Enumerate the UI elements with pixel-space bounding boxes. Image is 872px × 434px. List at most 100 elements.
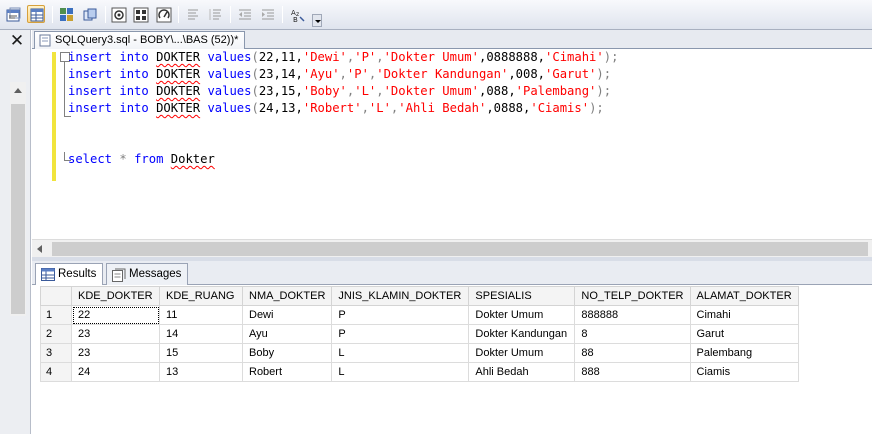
tab-messages-label: Messages xyxy=(129,268,182,280)
grid-cell[interactable]: 888888 xyxy=(574,305,691,325)
results-tab-strip: Results Messages xyxy=(32,261,872,286)
grid-cell[interactable]: L xyxy=(331,362,470,382)
grid-cell[interactable]: L xyxy=(331,343,470,363)
row-number[interactable]: 1 xyxy=(40,305,72,325)
change-tracking-bar xyxy=(52,52,56,181)
grid-cell[interactable]: 15 xyxy=(159,343,243,363)
decrease-indent-button[interactable] xyxy=(235,5,253,23)
results-to-file-icon xyxy=(60,8,73,21)
left-panel-strip: ✕ xyxy=(0,30,31,434)
row-number[interactable]: 3 xyxy=(40,343,72,363)
grid-cell[interactable]: Dokter Umum xyxy=(468,305,576,325)
svg-text:B: B xyxy=(293,16,298,23)
col-header-kde-dokter[interactable]: KDE_DOKTER xyxy=(71,286,160,306)
col-header-no-telp[interactable]: NO_TELP_DOKTER xyxy=(574,286,691,306)
results-grid: KDE_DOKTER KDE_RUANG NMA_DOKTER JNIS_KLA… xyxy=(40,286,799,382)
grid-cell[interactable]: Garut xyxy=(689,324,799,344)
code-line-select: select * from Dokter xyxy=(68,152,215,166)
close-icon[interactable]: ✕ xyxy=(8,31,26,51)
client-stats-button[interactable] xyxy=(154,5,172,23)
grid-cell[interactable]: 888 xyxy=(574,362,691,382)
code-line-1: insert into DOKTER values(22,11,'Dewi','… xyxy=(68,50,619,64)
code-line-3: insert into DOKTER values(23,15,'Boby','… xyxy=(68,84,612,98)
sql-query-editor[interactable]: insert into DOKTER values(22,11,'Dewi','… xyxy=(32,49,872,239)
uncomment-button[interactable] xyxy=(206,5,224,23)
results-to-file-button[interactable] xyxy=(57,5,75,23)
grid-cell[interactable]: Ahli Bedah xyxy=(468,362,576,382)
specify-values-icon: AzB xyxy=(291,9,305,23)
col-header-nma-dokter[interactable]: NMA_DOKTER xyxy=(241,286,333,306)
grid-cell[interactable]: Dokter Kandungan xyxy=(468,324,576,344)
results-to-text-icon xyxy=(6,7,21,22)
grid-cell[interactable]: Robert xyxy=(241,362,333,382)
scrollbar-thumb[interactable] xyxy=(52,242,868,256)
grid-cell[interactable]: 11 xyxy=(159,305,243,325)
grid-cell[interactable]: 23 xyxy=(71,324,160,344)
col-header-spesialis[interactable]: SPESIALIS xyxy=(468,286,576,306)
include-plan-button[interactable] xyxy=(80,5,98,23)
table-row[interactable]: 3 23 15 Boby L Dokter Umum 88 Palembang xyxy=(40,343,799,363)
increase-indent-icon xyxy=(262,9,274,20)
results-grid-panel: KDE_DOKTER KDE_RUANG NMA_DOKTER JNIS_KLA… xyxy=(32,285,872,434)
include-plan-icon xyxy=(83,8,97,21)
tab-results[interactable]: Results xyxy=(35,263,104,286)
client-stats-icon xyxy=(156,7,172,23)
specify-values-button[interactable]: AzB xyxy=(288,5,306,23)
tab-messages[interactable]: Messages xyxy=(106,263,189,285)
document-tab-bar: SQLQuery3.sql - BOBY\...\BAS (52))* xyxy=(32,30,872,49)
grid-cell[interactable]: Dewi xyxy=(241,305,333,325)
grid-corner-cell[interactable] xyxy=(40,286,72,306)
comment-button[interactable] xyxy=(183,5,201,23)
row-number[interactable]: 4 xyxy=(40,362,72,382)
results-to-grid-button[interactable] xyxy=(27,5,45,23)
left-vertical-scrollbar[interactable] xyxy=(10,82,26,316)
col-header-kde-ruang[interactable]: KDE_RUANG xyxy=(159,286,243,306)
query-options-button[interactable] xyxy=(109,5,127,23)
grid-header-row: KDE_DOKTER KDE_RUANG NMA_DOKTER JNIS_KLA… xyxy=(40,286,799,306)
grid-cell[interactable]: Ciamis xyxy=(689,362,799,382)
decrease-indent-icon xyxy=(239,9,251,20)
grid-cell[interactable]: 13 xyxy=(159,362,243,382)
table-row[interactable]: 4 24 13 Robert L Ahli Bedah 888 Ciamis xyxy=(40,362,799,382)
grid-cell[interactable]: 14 xyxy=(159,324,243,344)
code-line-2: insert into DOKTER values(23,14,'Ayu','P… xyxy=(68,67,612,81)
grid-icon xyxy=(41,268,55,281)
query-options-icon xyxy=(111,7,127,23)
editor-horizontal-scrollbar[interactable] xyxy=(32,239,872,257)
col-header-alamat[interactable]: ALAMAT_DOKTER xyxy=(689,286,799,306)
scroll-up-arrow-icon[interactable] xyxy=(14,88,22,93)
code-line-4: insert into DOKTER values(24,13,'Robert'… xyxy=(68,101,604,115)
grid-cell[interactable]: 23 xyxy=(71,343,160,363)
grid-cell[interactable]: 88 xyxy=(574,343,691,363)
display-plan-icon xyxy=(133,7,149,23)
grid-cell[interactable]: Dokter Umum xyxy=(468,343,576,363)
scrollbar-thumb[interactable] xyxy=(11,104,25,314)
grid-cell[interactable]: Cimahi xyxy=(689,305,799,325)
toolbar-overflow-dropdown[interactable] xyxy=(312,14,322,27)
grid-cell[interactable]: P xyxy=(331,324,470,344)
uncomment-icon xyxy=(209,9,221,20)
display-plan-button[interactable] xyxy=(131,5,149,23)
comment-icon xyxy=(188,9,198,20)
grid-cell[interactable]: 8 xyxy=(574,324,691,344)
messages-icon xyxy=(112,268,126,282)
increase-indent-button[interactable] xyxy=(258,5,276,23)
table-row[interactable]: 2 23 14 Ayu P Dokter Kandungan 8 Garut xyxy=(40,324,799,344)
grid-cell[interactable]: Palembang xyxy=(689,343,799,363)
document-tab-title: SQLQuery3.sql - BOBY\...\BAS (52))* xyxy=(55,34,239,46)
grid-cell[interactable]: 24 xyxy=(71,362,160,382)
results-to-grid-icon xyxy=(30,8,44,22)
sql-file-icon xyxy=(39,34,51,47)
table-row[interactable]: 1 22 11 Dewi P Dokter Umum 888888 Cimahi xyxy=(40,305,799,325)
grid-cell[interactable]: 22 xyxy=(71,305,160,325)
col-header-jnis-klamin[interactable]: JNIS_KLAMIN_DOKTER xyxy=(331,286,470,306)
tab-results-label: Results xyxy=(58,268,97,280)
grid-cell[interactable]: Boby xyxy=(241,343,333,363)
tab-sqlquery3[interactable]: SQLQuery3.sql - BOBY\...\BAS (52))* xyxy=(34,31,246,49)
results-to-text-button[interactable] xyxy=(4,5,22,23)
scroll-left-arrow-icon[interactable] xyxy=(37,245,42,253)
row-number[interactable]: 2 xyxy=(40,324,72,344)
grid-cell[interactable]: P xyxy=(331,305,470,325)
grid-cell[interactable]: Ayu xyxy=(241,324,333,344)
sql-editor-toolbar: AzB xyxy=(0,0,872,30)
